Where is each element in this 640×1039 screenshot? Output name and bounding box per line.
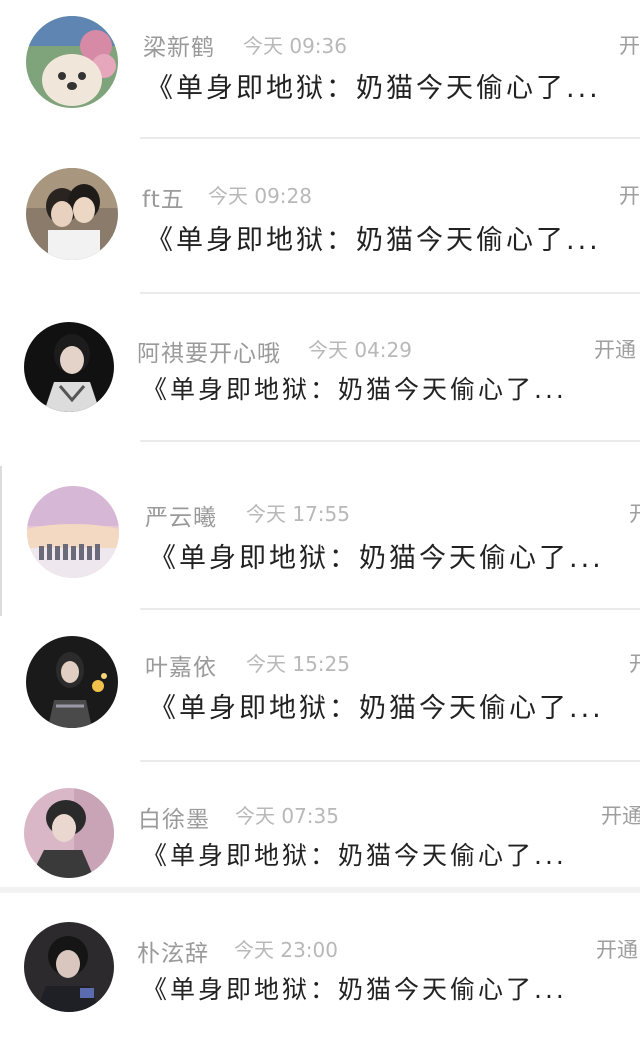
message-preview: 《单身即地狱：奶猫今天偷心了...	[142, 841, 567, 870]
open-button[interactable]: 开通	[594, 334, 640, 364]
message-item[interactable]: 朴泫辞 今天 23:00 《单身即地狱：奶猫今天偷心了... 开通	[0, 920, 640, 1030]
timestamp: 今天 09:28	[208, 184, 312, 208]
open-button[interactable]: 开	[619, 180, 640, 210]
timestamp: 今天 15:25	[246, 652, 350, 676]
avatar[interactable]	[26, 16, 118, 108]
open-button[interactable]: 开通	[601, 800, 640, 830]
timestamp: 今天 23:00	[234, 938, 338, 962]
panel	[0, 0, 640, 887]
message-preview: 《单身即地狱：奶猫今天偷心了...	[149, 693, 604, 724]
divider	[140, 292, 640, 294]
divider	[140, 440, 640, 442]
avatar[interactable]	[27, 486, 119, 578]
message-preview: 《单身即地狱：奶猫今天偷心了...	[142, 975, 567, 1004]
avatar[interactable]	[26, 636, 118, 728]
sender-name: 朴泫辞	[137, 941, 209, 967]
open-button[interactable]: 开	[629, 648, 640, 678]
timestamp: 今天 09:36	[243, 34, 347, 58]
message-item[interactable]: 叶嘉依 今天 15:25 《单身即地狱：奶猫今天偷心了... 开	[0, 634, 640, 744]
avatar[interactable]	[26, 168, 118, 260]
sender-name: 严云曦	[145, 505, 217, 531]
timestamp: 今天 07:35	[235, 804, 339, 828]
sender-name: ft五	[142, 187, 185, 213]
open-button[interactable]: 开	[619, 30, 640, 60]
message-item[interactable]: ft五 今天 09:28 《单身即地狱：奶猫今天偷心了... 开	[0, 166, 640, 276]
message-preview: 《单身即地狱：奶猫今天偷心了...	[142, 375, 567, 404]
open-button[interactable]: 开通	[596, 934, 640, 964]
message-preview: 《单身即地狱：奶猫今天偷心了...	[149, 543, 604, 574]
divider	[140, 608, 640, 610]
message-item[interactable]: 梁新鹤 今天 09:36 《单身即地狱：奶猫今天偷心了... 开	[0, 12, 640, 122]
sender-name: 阿祺要开心哦	[137, 341, 281, 367]
divider	[140, 137, 640, 139]
divider	[140, 760, 640, 762]
timestamp: 今天 17:55	[246, 502, 350, 526]
message-item[interactable]: 严云曦 今天 17:55 《单身即地狱：奶猫今天偷心了... 开	[0, 484, 640, 594]
avatar[interactable]	[24, 322, 114, 412]
message-preview: 《单身即地狱：奶猫今天偷心了...	[146, 73, 601, 104]
message-item[interactable]: 白徐墨 今天 07:35 《单身即地狱：奶猫今天偷心了... 开通	[0, 786, 640, 896]
open-button[interactable]: 开	[629, 498, 640, 528]
sender-name: 叶嘉依	[145, 655, 217, 681]
sender-name: 梁新鹤	[143, 35, 215, 61]
timestamp: 今天 04:29	[308, 338, 412, 362]
avatar[interactable]	[24, 922, 114, 1012]
message-item[interactable]: 阿祺要开心哦 今天 04:29 《单身即地狱：奶猫今天偷心了... 开通	[0, 320, 640, 430]
avatar[interactable]	[24, 788, 114, 878]
message-preview: 《单身即地狱：奶猫今天偷心了...	[146, 225, 601, 256]
sender-name: 白徐墨	[138, 807, 210, 833]
